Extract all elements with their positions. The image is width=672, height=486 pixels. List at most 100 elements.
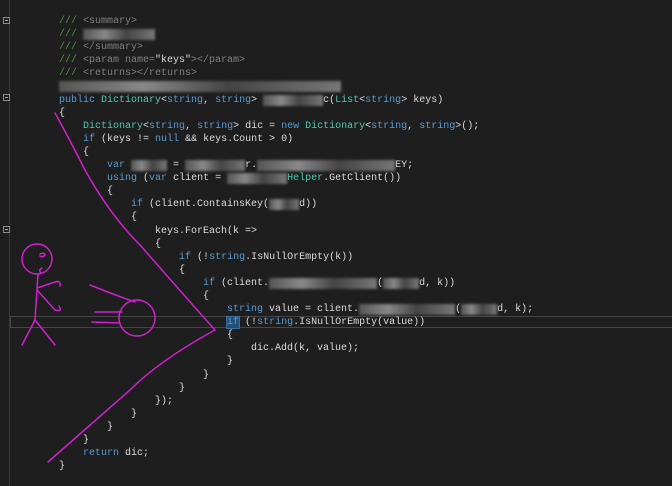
code-line[interactable]: XXXXXXXXXXXXXXXXXXXXXXXXXXXXXXXXXXXXXXXX… [59, 80, 533, 93]
code-text: } [59, 408, 138, 420]
code-text: client = [167, 173, 228, 185]
comment-token: /// [59, 68, 84, 80]
code-text: (! [239, 317, 258, 329]
keyword-token: string [149, 120, 186, 132]
code-text: } [59, 461, 66, 473]
code-line[interactable]: Dictionary<string, string> dic = new Dic… [59, 120, 533, 133]
keyword-token: string [167, 94, 204, 106]
code-line[interactable]: } [59, 421, 533, 434]
code-line[interactable]: { [59, 264, 533, 277]
blurred-redaction: XXXXXXXXXXXXXXXXXXXXXXX [257, 160, 396, 172]
code-line[interactable]: var XXXXXX = XXXXXXXXXXr.XXXXXXXXXXXXXXX… [59, 159, 533, 172]
code-text: .IsNullOrEmpty(value)) [293, 317, 426, 329]
code-text: && keys.Count > 0) [179, 133, 294, 145]
code-line[interactable]: /// <param name="keys"></param> [59, 54, 533, 67]
code-line[interactable]: if (keys != null && keys.Count > 0) [59, 133, 533, 146]
code-text: d)) [299, 199, 318, 211]
keyword-token: string [215, 94, 252, 106]
code-text: > dic = [233, 120, 282, 132]
code-line[interactable]: /// <returns></returns> [59, 67, 533, 80]
xml-doc-tag: <returns></returns> [83, 68, 198, 80]
blurred-redaction: XXXXXX [461, 304, 498, 316]
code-line[interactable]: } [59, 355, 533, 368]
collapse-method-icon[interactable] [3, 94, 10, 101]
code-text: } [59, 382, 186, 394]
keyword-token: if [83, 133, 96, 145]
code-line[interactable]: /// </summary> [59, 41, 533, 54]
code-text: keys.ForEach(k => [59, 225, 258, 237]
code-line[interactable]: } [59, 460, 533, 473]
keyword-token: public [59, 94, 102, 106]
code-line[interactable]: string value = client.XXXXXXXXXXXXXXXX(X… [59, 303, 533, 316]
keyword-token: string [371, 120, 408, 132]
keyword-token: return [83, 448, 120, 460]
blurred-redaction: XXXXXX [131, 160, 168, 172]
xml-doc-tag: <param name= [83, 55, 156, 67]
code-line[interactable]: if (!string.IsNullOrEmpty(value)) [59, 316, 533, 330]
code-line[interactable]: { [59, 107, 533, 120]
code-line[interactable]: } [59, 434, 533, 447]
code-text: { [59, 212, 138, 224]
code-line[interactable]: { [59, 290, 533, 303]
code-text: = [167, 160, 186, 172]
code-text: (client.ContainsKey( [143, 199, 270, 211]
code-text: { [59, 290, 210, 302]
code-text: { [59, 146, 90, 158]
keyword-token: string [209, 251, 246, 263]
code-line[interactable]: /// XXXXXXXXXXXX [59, 28, 533, 41]
code-line[interactable]: }); [59, 395, 533, 408]
drawing-head [21, 243, 53, 275]
code-text: .GetClient()) [323, 173, 402, 185]
keyword-token: new [281, 120, 306, 132]
code-text: dic.Add(k, value); [59, 343, 360, 355]
collapse-lambda-icon[interactable] [3, 226, 10, 233]
comment-token: /// [59, 29, 84, 41]
code-line[interactable]: { [59, 238, 533, 251]
code-line[interactable]: return dic; [59, 447, 533, 460]
blurred-redaction: XXXXXXXXXXXX [83, 29, 156, 41]
code-line[interactable]: { [59, 185, 533, 198]
blurred-redaction: XXXXXXXXXXXXXXXXXX [269, 277, 378, 289]
code-line[interactable]: if (client.ContainsKey(XXXXXd)) [59, 198, 533, 211]
xml-doc-tag: ></param> [191, 55, 246, 67]
type-token: Dictionary [101, 94, 162, 106]
comment-token: /// [59, 16, 84, 27]
code-line[interactable]: { [59, 211, 533, 224]
code-text: > keys) [401, 94, 444, 106]
blurred-redaction: XXXXXXXXXXXXXXXXXXXXXXXXXXXXXXXXXXXXXXXX… [59, 81, 342, 93]
collapse-summary-icon[interactable] [3, 17, 10, 24]
blurred-redaction: XXXXXXXXXX [185, 160, 246, 172]
code-line[interactable]: using (var client = XXXXXXXXXXHelper.Get… [59, 172, 533, 185]
comment-token: /// [59, 55, 84, 67]
code-text: } [59, 421, 114, 433]
string-token: "keys" [155, 55, 192, 67]
code-line[interactable]: public Dictionary<string, string> XXXXXX… [59, 94, 533, 107]
code-editor[interactable]: /// <summary>/// XXXXXXXXXXXX/// </summa… [59, 15, 533, 473]
code-line[interactable]: dic.Add(k, value); [59, 342, 533, 355]
code-line[interactable]: if (client.XXXXXXXXXXXXXXXXXX(XXXXXXd, k… [59, 277, 533, 290]
code-line[interactable]: { [59, 146, 533, 159]
code-text: { [59, 264, 186, 276]
keyword-token: string [257, 317, 294, 329]
code-text: dic; [119, 448, 150, 460]
code-line[interactable]: } [59, 382, 533, 395]
code-text: } [59, 435, 90, 446]
code-line[interactable]: if (!string.IsNullOrEmpty(k)) [59, 251, 533, 264]
code-line[interactable]: } [59, 369, 533, 382]
type-token: Helper [287, 173, 324, 185]
selected-keyword: if [226, 316, 241, 330]
code-text: r. [245, 160, 258, 172]
code-text: { [59, 330, 234, 342]
keyword-token: if [131, 199, 144, 211]
keyword-token: string [365, 94, 402, 106]
code-text: , [407, 120, 420, 132]
code-line[interactable]: } [59, 408, 533, 421]
code-line[interactable]: { [59, 329, 533, 342]
code-text: { [59, 186, 114, 198]
code-line[interactable]: /// <summary> [59, 15, 533, 28]
code-line[interactable]: keys.ForEach(k => [59, 225, 533, 238]
